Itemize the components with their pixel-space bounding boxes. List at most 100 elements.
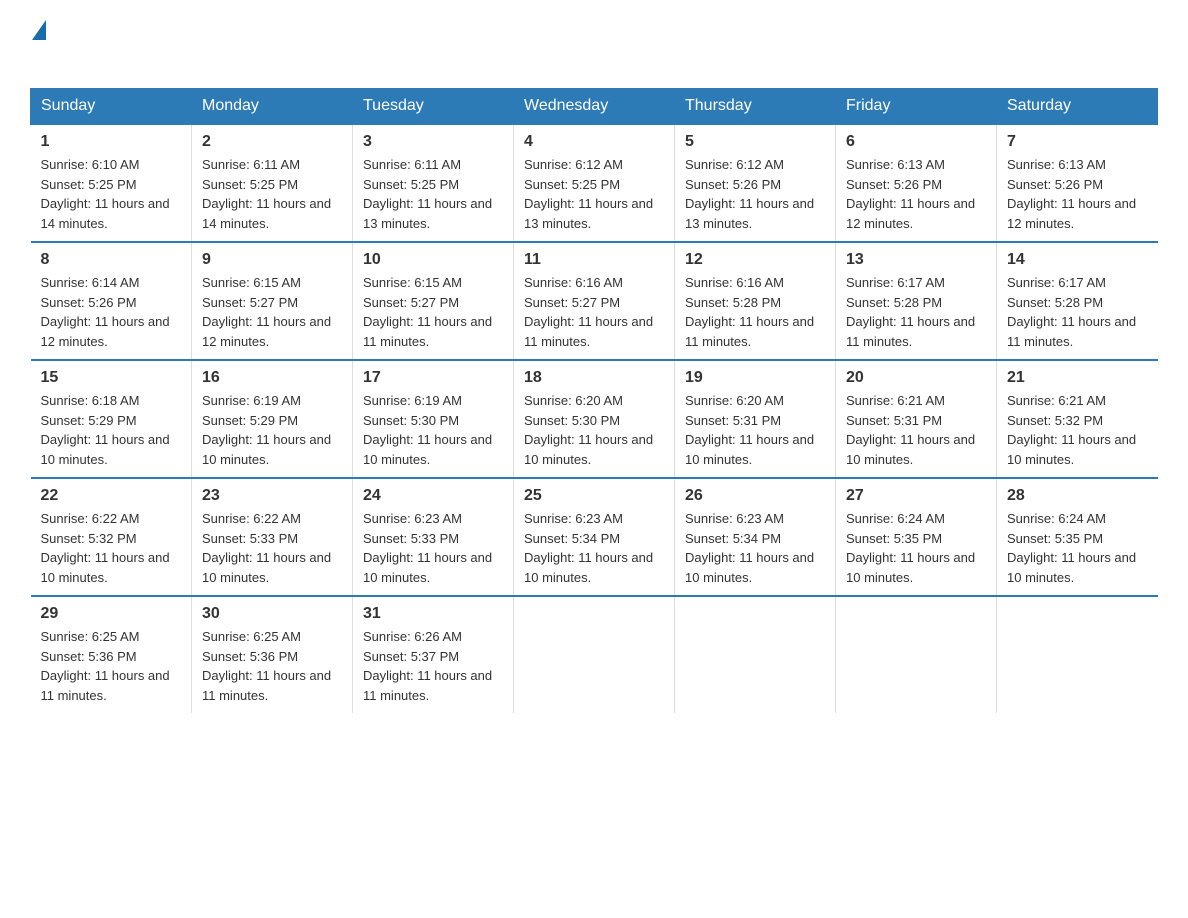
daylight-label: Daylight: 11 hours and 11 minutes. (846, 314, 975, 349)
calendar-day-cell: 3 Sunrise: 6:11 AM Sunset: 5:25 PM Dayli… (353, 124, 514, 242)
day-info: Sunrise: 6:17 AM Sunset: 5:28 PM Dayligh… (1007, 273, 1148, 351)
daylight-label: Daylight: 11 hours and 10 minutes. (363, 432, 492, 467)
day-info: Sunrise: 6:15 AM Sunset: 5:27 PM Dayligh… (202, 273, 342, 351)
daylight-label: Daylight: 11 hours and 11 minutes. (685, 314, 814, 349)
sunrise-label: Sunrise: 6:15 AM (363, 275, 462, 290)
day-number: 18 (524, 369, 664, 387)
day-number: 21 (1007, 369, 1148, 387)
sunrise-label: Sunrise: 6:10 AM (41, 157, 140, 172)
day-info: Sunrise: 6:23 AM Sunset: 5:34 PM Dayligh… (524, 509, 664, 587)
sunrise-label: Sunrise: 6:14 AM (41, 275, 140, 290)
day-number: 3 (363, 133, 503, 151)
daylight-label: Daylight: 11 hours and 12 minutes. (846, 196, 975, 231)
daylight-label: Daylight: 11 hours and 10 minutes. (685, 550, 814, 585)
logo (30, 20, 48, 68)
day-info: Sunrise: 6:22 AM Sunset: 5:32 PM Dayligh… (41, 509, 182, 587)
header-saturday: Saturday (997, 89, 1158, 125)
daylight-label: Daylight: 11 hours and 14 minutes. (41, 196, 170, 231)
calendar-day-cell (514, 596, 675, 713)
day-number: 28 (1007, 487, 1148, 505)
sunrise-label: Sunrise: 6:17 AM (846, 275, 945, 290)
sunrise-label: Sunrise: 6:23 AM (363, 511, 462, 526)
sunset-label: Sunset: 5:32 PM (1007, 413, 1103, 428)
calendar-day-cell: 19 Sunrise: 6:20 AM Sunset: 5:31 PM Dayl… (675, 360, 836, 478)
day-number: 22 (41, 487, 182, 505)
day-info: Sunrise: 6:21 AM Sunset: 5:31 PM Dayligh… (846, 391, 986, 469)
day-info: Sunrise: 6:22 AM Sunset: 5:33 PM Dayligh… (202, 509, 342, 587)
day-info: Sunrise: 6:14 AM Sunset: 5:26 PM Dayligh… (41, 273, 182, 351)
day-info: Sunrise: 6:20 AM Sunset: 5:30 PM Dayligh… (524, 391, 664, 469)
sunset-label: Sunset: 5:28 PM (685, 295, 781, 310)
day-info: Sunrise: 6:10 AM Sunset: 5:25 PM Dayligh… (41, 155, 182, 233)
day-number: 23 (202, 487, 342, 505)
header-thursday: Thursday (675, 89, 836, 125)
sunset-label: Sunset: 5:31 PM (846, 413, 942, 428)
sunrise-label: Sunrise: 6:20 AM (524, 393, 623, 408)
calendar-day-cell: 8 Sunrise: 6:14 AM Sunset: 5:26 PM Dayli… (31, 242, 192, 360)
day-number: 12 (685, 251, 825, 269)
sunset-label: Sunset: 5:30 PM (363, 413, 459, 428)
header-monday: Monday (192, 89, 353, 125)
day-number: 31 (363, 605, 503, 623)
calendar-day-cell: 22 Sunrise: 6:22 AM Sunset: 5:32 PM Dayl… (31, 478, 192, 596)
sunset-label: Sunset: 5:37 PM (363, 649, 459, 664)
day-info: Sunrise: 6:12 AM Sunset: 5:25 PM Dayligh… (524, 155, 664, 233)
day-number: 5 (685, 133, 825, 151)
calendar-day-cell (997, 596, 1158, 713)
sunset-label: Sunset: 5:35 PM (846, 531, 942, 546)
sunset-label: Sunset: 5:25 PM (524, 177, 620, 192)
calendar-week-row: 1 Sunrise: 6:10 AM Sunset: 5:25 PM Dayli… (31, 124, 1158, 242)
day-info: Sunrise: 6:26 AM Sunset: 5:37 PM Dayligh… (363, 627, 503, 705)
sunrise-label: Sunrise: 6:20 AM (685, 393, 784, 408)
calendar-day-cell: 27 Sunrise: 6:24 AM Sunset: 5:35 PM Dayl… (836, 478, 997, 596)
day-info: Sunrise: 6:19 AM Sunset: 5:29 PM Dayligh… (202, 391, 342, 469)
daylight-label: Daylight: 11 hours and 13 minutes. (685, 196, 814, 231)
header-wednesday: Wednesday (514, 89, 675, 125)
day-number: 8 (41, 251, 182, 269)
sunset-label: Sunset: 5:26 PM (1007, 177, 1103, 192)
daylight-label: Daylight: 11 hours and 12 minutes. (41, 314, 170, 349)
calendar-day-cell: 21 Sunrise: 6:21 AM Sunset: 5:32 PM Dayl… (997, 360, 1158, 478)
calendar-day-cell: 5 Sunrise: 6:12 AM Sunset: 5:26 PM Dayli… (675, 124, 836, 242)
daylight-label: Daylight: 11 hours and 11 minutes. (41, 668, 170, 703)
sunrise-label: Sunrise: 6:11 AM (202, 157, 300, 172)
calendar-day-cell: 10 Sunrise: 6:15 AM Sunset: 5:27 PM Dayl… (353, 242, 514, 360)
day-number: 10 (363, 251, 503, 269)
sunrise-label: Sunrise: 6:13 AM (846, 157, 945, 172)
calendar-day-cell: 25 Sunrise: 6:23 AM Sunset: 5:34 PM Dayl… (514, 478, 675, 596)
day-number: 6 (846, 133, 986, 151)
day-number: 25 (524, 487, 664, 505)
calendar-week-row: 8 Sunrise: 6:14 AM Sunset: 5:26 PM Dayli… (31, 242, 1158, 360)
sunrise-label: Sunrise: 6:16 AM (524, 275, 623, 290)
sunrise-label: Sunrise: 6:19 AM (202, 393, 301, 408)
header-friday: Friday (836, 89, 997, 125)
sunrise-label: Sunrise: 6:17 AM (1007, 275, 1106, 290)
calendar-table: SundayMondayTuesdayWednesdayThursdayFrid… (30, 88, 1158, 713)
calendar-day-cell: 14 Sunrise: 6:17 AM Sunset: 5:28 PM Dayl… (997, 242, 1158, 360)
sunrise-label: Sunrise: 6:22 AM (41, 511, 140, 526)
daylight-label: Daylight: 11 hours and 11 minutes. (1007, 314, 1136, 349)
sunrise-label: Sunrise: 6:24 AM (1007, 511, 1106, 526)
sunrise-label: Sunrise: 6:19 AM (363, 393, 462, 408)
day-number: 20 (846, 369, 986, 387)
sunset-label: Sunset: 5:33 PM (363, 531, 459, 546)
sunset-label: Sunset: 5:27 PM (524, 295, 620, 310)
day-number: 16 (202, 369, 342, 387)
day-info: Sunrise: 6:24 AM Sunset: 5:35 PM Dayligh… (1007, 509, 1148, 587)
daylight-label: Daylight: 11 hours and 10 minutes. (524, 432, 653, 467)
sunset-label: Sunset: 5:25 PM (41, 177, 137, 192)
day-number: 26 (685, 487, 825, 505)
sunset-label: Sunset: 5:33 PM (202, 531, 298, 546)
page-header (30, 20, 1158, 68)
day-info: Sunrise: 6:19 AM Sunset: 5:30 PM Dayligh… (363, 391, 503, 469)
sunrise-label: Sunrise: 6:22 AM (202, 511, 301, 526)
calendar-week-row: 15 Sunrise: 6:18 AM Sunset: 5:29 PM Dayl… (31, 360, 1158, 478)
header-tuesday: Tuesday (353, 89, 514, 125)
sunset-label: Sunset: 5:26 PM (41, 295, 137, 310)
calendar-day-cell: 15 Sunrise: 6:18 AM Sunset: 5:29 PM Dayl… (31, 360, 192, 478)
sunrise-label: Sunrise: 6:25 AM (41, 629, 140, 644)
logo-triangle-icon (32, 20, 46, 40)
daylight-label: Daylight: 11 hours and 10 minutes. (363, 550, 492, 585)
day-number: 7 (1007, 133, 1148, 151)
daylight-label: Daylight: 11 hours and 10 minutes. (41, 432, 170, 467)
